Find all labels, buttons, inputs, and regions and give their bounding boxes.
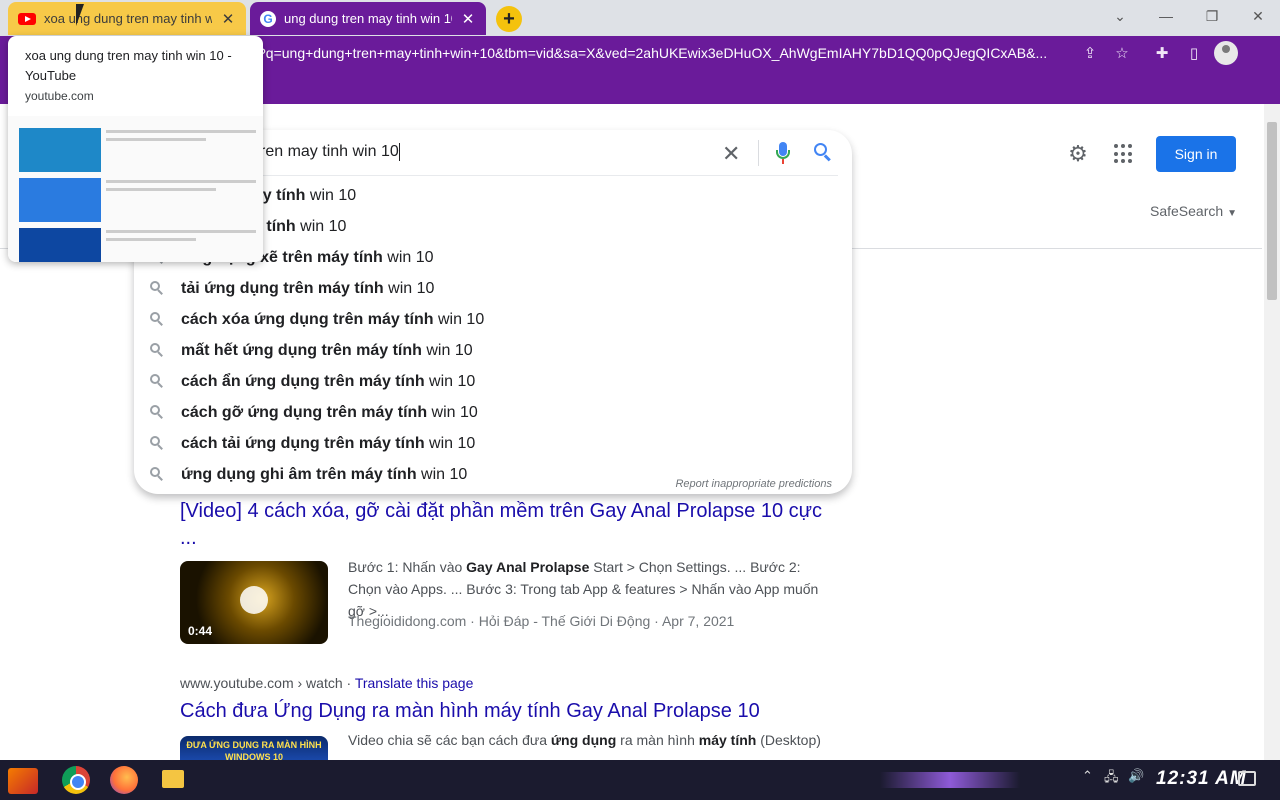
dropdown-arrow-icon: ▼: [1227, 208, 1237, 219]
microphone-icon[interactable]: [776, 140, 790, 166]
tray-chevron-icon[interactable]: ⌃: [1082, 768, 1093, 784]
play-icon: [240, 586, 268, 614]
settings-gear-icon[interactable]: ⚙: [1066, 141, 1090, 166]
google-icon: G: [260, 10, 276, 27]
mouse-cursor: [76, 4, 84, 26]
search-icon: [150, 405, 164, 419]
preview-title: xoa ung dung tren may tinh win 10 - YouT…: [25, 48, 232, 83]
result-snippet: Video chia sẽ các bạn cách đưa ứng dụng …: [348, 732, 821, 748]
search-icon: [150, 343, 164, 357]
suggestion-item[interactable]: cách tải ứng dụng trên máy tính win 10: [134, 428, 852, 459]
result-url: www.youtube.com › watch · Translate this…: [180, 675, 474, 691]
notification-icon[interactable]: [1238, 771, 1256, 786]
taskbar-clock[interactable]: 12:31 AM: [1156, 768, 1247, 790]
sign-in-button[interactable]: Sign in: [1156, 136, 1236, 172]
scrollbar-thumb[interactable]: [1267, 122, 1277, 300]
window-close-icon[interactable]: ✕: [1238, 4, 1278, 28]
result-source: Thegioididong.com · Hỏi Đáp - Thế Giới D…: [348, 613, 735, 629]
suggestion-item[interactable]: cách xóa ứng dụng trên máy tính win 10: [134, 304, 852, 335]
search-icon: [150, 312, 164, 326]
result-title-link[interactable]: Cách đưa Ứng Dụng ra màn hình máy tính G…: [180, 700, 760, 723]
google-apps-icon[interactable]: [1114, 144, 1134, 164]
tab-hover-preview: xoa ung dung tren may tinh win 10 - YouT…: [8, 36, 263, 262]
clear-search-icon[interactable]: ✕: [722, 141, 740, 167]
tab-close-icon[interactable]: ✕: [460, 10, 476, 28]
file-explorer-icon[interactable]: [162, 770, 184, 788]
tab-close-icon[interactable]: ✕: [220, 10, 236, 28]
suggestion-item[interactable]: mất hết ứng dụng trên máy tính win 10: [134, 335, 852, 366]
suggestion-item[interactable]: cách ẩn ứng dụng trên máy tính win 10: [134, 366, 852, 397]
translate-link[interactable]: Translate this page: [355, 675, 474, 691]
tab-title: xoa ung dung tren may tinh win 10 - YouT…: [44, 11, 212, 26]
video-thumbnail[interactable]: 0:44: [180, 561, 328, 644]
search-icon[interactable]: [814, 143, 832, 162]
share-icon[interactable]: ⇪: [1078, 41, 1102, 65]
bookmark-star-icon[interactable]: ☆: [1110, 41, 1134, 65]
profile-avatar-icon[interactable]: [1214, 41, 1238, 65]
start-button-icon[interactable]: [8, 768, 38, 794]
suggestion-item[interactable]: tải ứng dụng trên máy tính win 10: [134, 273, 852, 304]
report-predictions-link[interactable]: Report inappropriate predictions: [675, 478, 832, 490]
search-icon: [150, 374, 164, 388]
search-icon: [150, 467, 164, 481]
network-icon[interactable]: 🖧: [1104, 768, 1119, 790]
safesearch-dropdown[interactable]: SafeSearch ▼: [1150, 203, 1237, 219]
safesearch-label: SafeSearch: [1150, 203, 1224, 219]
chrome-icon[interactable]: [62, 766, 90, 794]
search-input[interactable]: ren may tinh win 10: [260, 143, 400, 161]
side-panel-icon[interactable]: ▯: [1182, 41, 1206, 65]
extensions-icon[interactable]: ✚: [1150, 41, 1174, 65]
restore-icon[interactable]: ❐: [1192, 4, 1232, 28]
divider: [758, 140, 759, 166]
firefox-icon[interactable]: [110, 766, 138, 794]
tab-search-chevron-icon[interactable]: ⌄: [1100, 4, 1140, 28]
tab-strip: xoa ung dung tren may tinh win 10 - YouT…: [0, 0, 1280, 36]
search-icon: [150, 281, 164, 295]
search-icon: [150, 436, 164, 450]
tab-youtube[interactable]: xoa ung dung tren may tinh win 10 - YouT…: [8, 2, 246, 35]
windows-taskbar: ⌃ 🖧 🔊 12:31 AM: [0, 760, 1280, 800]
preview-url: youtube.com: [25, 89, 94, 103]
taskbar-decoration: [880, 772, 1020, 788]
result-title-link[interactable]: [Video] 4 cách xóa, gỡ cài đặt phần mềm …: [180, 498, 830, 552]
youtube-icon: [18, 12, 36, 25]
minimize-icon[interactable]: —: [1146, 4, 1186, 28]
volume-icon[interactable]: 🔊: [1128, 768, 1144, 784]
address-bar[interactable]: ?q=ung+dung+tren+may+tinh+win+10&tbm=vid…: [258, 39, 1070, 67]
tab-title: ung dung tren may tinh win 10 - Google S…: [284, 11, 452, 26]
preview-thumbnail: [8, 116, 263, 262]
new-tab-button[interactable]: +: [496, 6, 522, 32]
video-duration: 0:44: [188, 624, 213, 638]
tab-google-search[interactable]: G ung dung tren may tinh win 10 - Google…: [250, 2, 486, 35]
suggestion-item[interactable]: cách gỡ ứng dụng trên máy tính win 10: [134, 397, 852, 428]
